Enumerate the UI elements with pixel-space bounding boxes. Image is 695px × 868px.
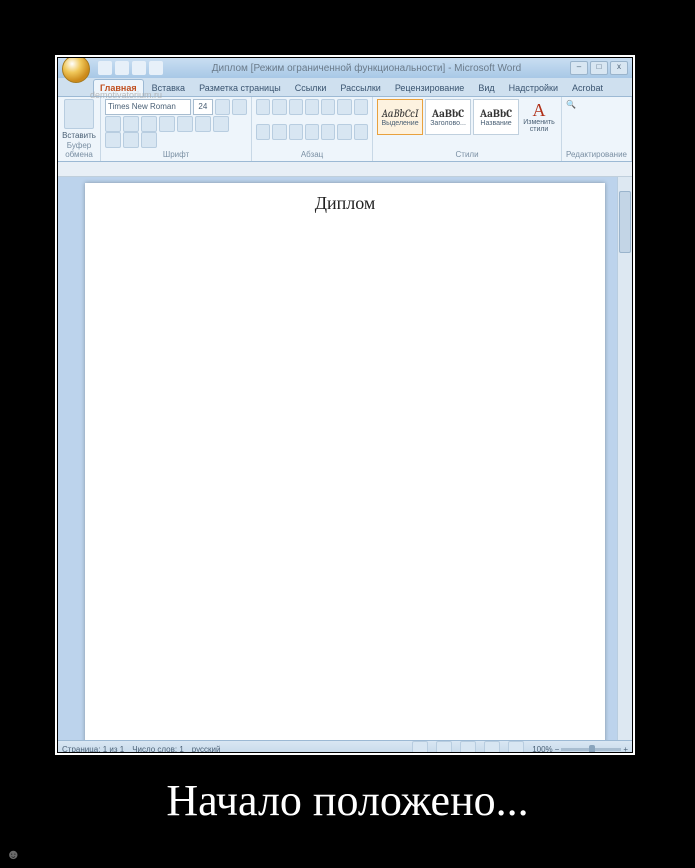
grow-font-icon[interactable] (215, 99, 230, 115)
horizontal-ruler[interactable] (58, 162, 632, 177)
document-title-text: Диплом (85, 193, 605, 214)
group-clipboard: Вставить Буфер обмена (58, 97, 101, 161)
demotivator-poster: Диплом [Режим ограниченной функционально… (0, 0, 695, 868)
status-bar: Страница: 1 из 1 Число слов: 1 русский 1… (58, 740, 632, 752)
face-icon: ☻ (6, 846, 21, 862)
align-justify-icon[interactable] (305, 124, 319, 140)
borders-icon[interactable] (354, 124, 368, 140)
group-font-label: Шрифт (105, 149, 247, 159)
zoom-value[interactable]: 100% (532, 745, 552, 753)
document-page[interactable]: Диплом (85, 183, 605, 740)
save-icon[interactable] (98, 61, 112, 75)
change-styles-icon: A (533, 102, 546, 118)
highlight-icon[interactable] (105, 132, 121, 148)
paste-icon[interactable] (64, 99, 94, 129)
change-styles-button[interactable]: A Изменить стили (521, 102, 557, 133)
numbering-icon[interactable] (272, 99, 286, 115)
indent-dec-icon[interactable] (305, 99, 319, 115)
superscript-icon[interactable] (195, 116, 211, 132)
group-editing: 🔍 Редактирование (562, 97, 632, 161)
ribbon: Вставить Буфер обмена Times New Roman 24 (58, 97, 632, 162)
font-color-icon[interactable] (123, 132, 139, 148)
print-icon[interactable] (149, 61, 163, 75)
group-editing-label: Редактирование (566, 149, 627, 159)
view-web-icon[interactable] (460, 741, 476, 752)
group-styles-label: Стили (377, 149, 557, 159)
show-marks-icon[interactable] (354, 99, 368, 115)
window-controls: – □ x (570, 61, 628, 75)
align-right-icon[interactable] (289, 124, 303, 140)
view-fullscreen-icon[interactable] (436, 741, 452, 752)
tab-page-layout[interactable]: Разметка страницы (193, 80, 287, 96)
view-print-layout-icon[interactable] (412, 741, 428, 752)
zoom-out-icon[interactable]: − (555, 745, 560, 753)
style-emphasis[interactable]: AaBbCcI Выделение (377, 99, 423, 135)
sort-icon[interactable] (337, 99, 351, 115)
title-bar: Диплом [Режим ограниченной функционально… (58, 58, 632, 78)
status-words[interactable]: Число слов: 1 (132, 745, 184, 753)
view-outline-icon[interactable] (484, 741, 500, 752)
multilevel-icon[interactable] (289, 99, 303, 115)
maximize-button[interactable]: □ (590, 61, 608, 75)
align-left-icon[interactable] (256, 124, 270, 140)
poster-caption: Начало положено... (0, 775, 695, 826)
status-lang[interactable]: русский (192, 745, 221, 753)
scrollbar-thumb[interactable] (619, 191, 631, 253)
shrink-font-icon[interactable] (232, 99, 247, 115)
group-font: Times New Roman 24 (101, 97, 252, 161)
zoom-in-icon[interactable]: + (623, 745, 628, 753)
underline-icon[interactable] (141, 116, 157, 132)
group-styles: AaBbCcI Выделение AaBbC Заголово... AaBb… (373, 97, 562, 161)
zoom-slider[interactable] (561, 748, 621, 751)
subscript-icon[interactable] (177, 116, 193, 132)
watermark-text: demotivatorium.ru (90, 90, 162, 100)
change-case-icon[interactable] (213, 116, 229, 132)
tab-review[interactable]: Рецензирование (389, 80, 471, 96)
tab-view[interactable]: Вид (472, 80, 500, 96)
zoom-control: 100% − + (532, 745, 628, 753)
group-clipboard-label: Буфер обмена (62, 140, 96, 159)
shading-icon[interactable] (337, 124, 351, 140)
tab-acrobat[interactable]: Acrobat (566, 80, 609, 96)
paste-label: Вставить (62, 131, 96, 140)
group-paragraph: Абзац (252, 97, 373, 161)
strike-icon[interactable] (159, 116, 175, 132)
document-area: Диплом (58, 177, 632, 740)
bold-icon[interactable] (105, 116, 121, 132)
italic-icon[interactable] (123, 116, 139, 132)
bullets-icon[interactable] (256, 99, 270, 115)
style-title[interactable]: AaBbC Название (473, 99, 519, 135)
view-draft-icon[interactable] (508, 741, 524, 752)
redo-icon[interactable] (132, 61, 146, 75)
tab-addins[interactable]: Надстройки (503, 80, 564, 96)
tab-references[interactable]: Ссылки (289, 80, 333, 96)
close-button[interactable]: x (610, 61, 628, 75)
style-heading[interactable]: AaBbC Заголово... (425, 99, 471, 135)
align-center-icon[interactable] (272, 124, 286, 140)
indent-inc-icon[interactable] (321, 99, 335, 115)
status-page[interactable]: Страница: 1 из 1 (62, 745, 124, 753)
line-spacing-icon[interactable] (321, 124, 335, 140)
minimize-button[interactable]: – (570, 61, 588, 75)
window-title: Диплом [Режим ограниченной функционально… (163, 63, 570, 74)
clear-format-icon[interactable] (141, 132, 157, 148)
find-button[interactable]: 🔍 (566, 99, 627, 110)
undo-icon[interactable] (115, 61, 129, 75)
word-screenshot: Диплом [Режим ограниченной функционально… (58, 58, 632, 752)
font-size-combo[interactable]: 24 (193, 99, 214, 115)
tab-mailings[interactable]: Рассылки (334, 80, 386, 96)
font-name-combo[interactable]: Times New Roman (105, 99, 191, 115)
vertical-scrollbar[interactable] (617, 177, 632, 740)
group-paragraph-label: Абзац (256, 149, 368, 159)
quick-access-toolbar (98, 61, 163, 75)
